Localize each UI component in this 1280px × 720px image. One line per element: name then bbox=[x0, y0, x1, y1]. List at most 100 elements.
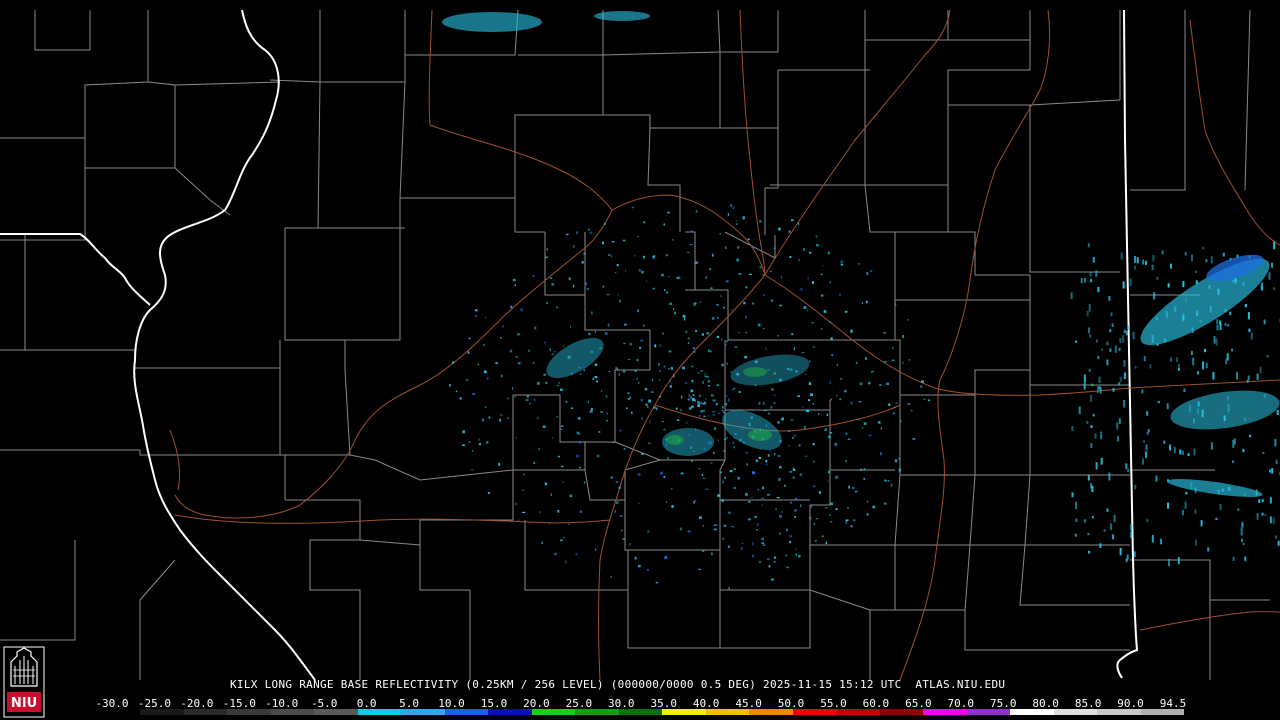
echo-pixel bbox=[594, 363, 598, 367]
echo-pixel bbox=[752, 542, 754, 546]
echo-pixel bbox=[645, 280, 648, 282]
echo-pixel bbox=[727, 545, 730, 548]
echo-pixel bbox=[1088, 550, 1091, 554]
echo-pixel bbox=[773, 402, 776, 404]
echo-pixel bbox=[1127, 468, 1130, 473]
echo-pixel bbox=[1173, 447, 1176, 454]
echo-pixel bbox=[693, 303, 697, 306]
echo-pixel bbox=[728, 511, 731, 514]
echo-pixel bbox=[1236, 372, 1238, 380]
echo-pixel bbox=[1141, 389, 1144, 394]
echo-pixel bbox=[845, 520, 848, 524]
echo-pixel bbox=[1146, 431, 1149, 435]
echo-pixel bbox=[732, 206, 735, 210]
echo-pixel bbox=[1167, 502, 1169, 509]
echo-pixel bbox=[515, 356, 518, 358]
echo-pixel bbox=[586, 288, 589, 290]
echo-pixel bbox=[1256, 373, 1259, 380]
state-boundaries bbox=[0, 9, 1139, 681]
echo-pixel bbox=[1097, 355, 1100, 360]
echo-pixel bbox=[775, 508, 777, 510]
echo-pixel bbox=[648, 442, 651, 444]
echo-pixel bbox=[812, 281, 814, 284]
echo-pixel bbox=[816, 244, 819, 247]
echo-pixel bbox=[807, 277, 809, 280]
echo-pixel bbox=[767, 558, 770, 560]
echo-pixel bbox=[1169, 444, 1172, 451]
echo-pixel bbox=[587, 400, 589, 404]
echo-pixel bbox=[583, 253, 586, 255]
echo-pixel bbox=[614, 271, 617, 274]
echo-pixel bbox=[517, 333, 520, 336]
echo-pixel bbox=[1074, 533, 1077, 537]
echo-pixel bbox=[649, 420, 651, 424]
echo-pixel bbox=[823, 310, 827, 313]
echo-pixel bbox=[1263, 319, 1266, 325]
echo-pixel bbox=[860, 468, 862, 471]
echo-pixel bbox=[765, 348, 767, 350]
echo-pixel bbox=[1166, 403, 1169, 410]
echo-pixel bbox=[1181, 510, 1184, 516]
echo-pixel bbox=[1108, 472, 1111, 481]
echo-pixel bbox=[805, 455, 808, 457]
echo-pixel bbox=[701, 474, 704, 476]
echo-pixel bbox=[781, 510, 783, 513]
echo-pixel bbox=[465, 379, 469, 381]
echo-pixel bbox=[827, 251, 830, 255]
echo-pixel bbox=[1145, 260, 1147, 265]
echo-pixel bbox=[623, 448, 626, 450]
echo-pixel bbox=[1146, 411, 1149, 416]
echo-pixel bbox=[722, 405, 724, 409]
echo-band-southeast bbox=[1170, 390, 1280, 430]
echo-pixel bbox=[699, 394, 701, 397]
echo-pixel bbox=[725, 395, 728, 397]
echo-pixel bbox=[528, 350, 530, 352]
echo-pixel bbox=[536, 417, 539, 419]
echo-pixel bbox=[829, 381, 831, 385]
echo-pixel bbox=[600, 411, 603, 413]
echo-pixel bbox=[1277, 540, 1280, 546]
echo-pixel bbox=[858, 401, 861, 403]
echo-pixel bbox=[813, 460, 815, 463]
echo-pixel bbox=[826, 413, 829, 417]
echo-pixel bbox=[869, 270, 873, 272]
echo-pixel bbox=[1244, 556, 1247, 562]
echo-pixel bbox=[921, 380, 924, 383]
echo-pixel bbox=[601, 241, 604, 245]
echo-pixel bbox=[907, 319, 909, 321]
echo-pixel bbox=[776, 497, 780, 499]
echo-pixel bbox=[560, 539, 563, 542]
echo-pixel bbox=[627, 398, 630, 400]
echo-pixel bbox=[1241, 538, 1243, 542]
echo-pixel bbox=[1202, 246, 1205, 250]
echo-pixel bbox=[628, 358, 631, 361]
echo-pixel bbox=[638, 502, 640, 504]
echo-pixel bbox=[515, 437, 517, 440]
echo-pixel bbox=[515, 502, 518, 506]
echo-pixel bbox=[1095, 270, 1098, 277]
echo-pixel bbox=[1143, 440, 1145, 443]
echo-pixel bbox=[575, 553, 578, 556]
echo-pixel bbox=[815, 235, 818, 238]
echo-pixel bbox=[685, 331, 688, 333]
echo-pixel bbox=[722, 409, 724, 412]
echo-pixel bbox=[692, 347, 696, 350]
echo-pixel bbox=[1271, 262, 1273, 268]
echo-pixel bbox=[601, 390, 603, 392]
echo-pixel bbox=[583, 481, 586, 484]
echo-pixel bbox=[669, 379, 672, 382]
echo-pixel bbox=[694, 261, 698, 264]
echo-pixel bbox=[839, 398, 842, 401]
echo-pixel bbox=[690, 230, 693, 233]
echo-pixel bbox=[883, 502, 887, 505]
echo-pixel bbox=[698, 468, 701, 470]
echo-pixel bbox=[754, 516, 757, 518]
reflectivity-color-bar bbox=[97, 709, 1185, 715]
echo-pixel bbox=[758, 456, 761, 459]
echo-pixel bbox=[707, 385, 710, 387]
echo-pixel bbox=[658, 379, 661, 381]
echo-pixel bbox=[733, 387, 736, 389]
echo-pixel bbox=[748, 518, 751, 521]
echo-pixel bbox=[733, 468, 737, 471]
echo-pixel bbox=[488, 416, 491, 419]
